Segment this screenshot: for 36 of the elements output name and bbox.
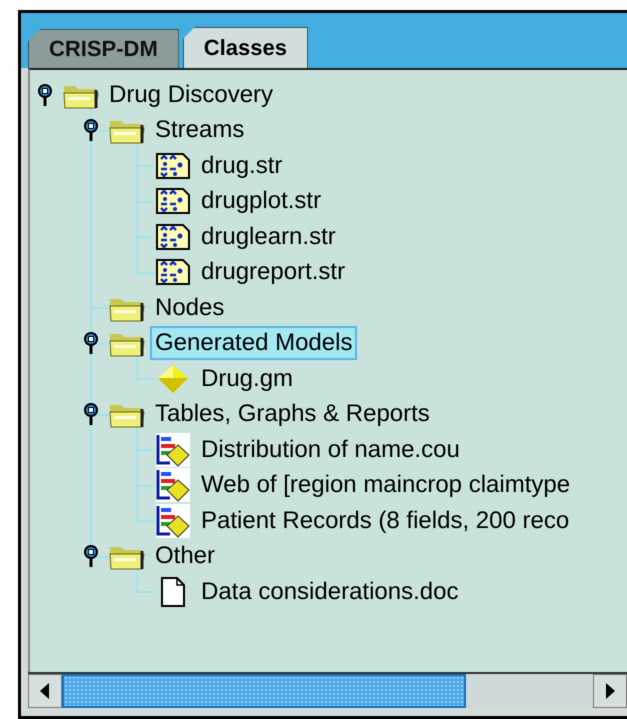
tree-item[interactable]: druglearn.str [196, 220, 341, 254]
expand-toggle-icon[interactable] [83, 118, 99, 142]
expand-toggle-icon[interactable] [37, 82, 53, 107]
tree-item[interactable]: Generated Models [150, 326, 358, 360]
stream-file-icon [156, 152, 190, 179]
diamond-icon [157, 364, 189, 394]
tree-item[interactable]: Tables, Graphs & Reports [150, 397, 435, 432]
expand-toggle-icon[interactable] [83, 331, 99, 356]
tree-item[interactable]: Drug.gm [196, 362, 298, 396]
tree-item[interactable]: drugplot.str [196, 184, 326, 218]
tree-item[interactable]: drug.str [196, 148, 288, 183]
tree-item[interactable]: Streams [150, 113, 250, 148]
stream-file-icon [156, 259, 190, 286]
chart-output-icon [156, 468, 190, 502]
expand-toggle-icon[interactable] [83, 544, 99, 568]
tree-item[interactable]: Nodes [150, 290, 230, 325]
tab[interactable]: Classes [182, 27, 308, 68]
chart-output-icon [156, 432, 190, 467]
chart-output-icon [156, 504, 190, 538]
right-arrow-icon [605, 683, 615, 699]
stream-file-icon [156, 188, 190, 214]
tree-item[interactable]: Other [150, 539, 220, 574]
tab[interactable]: CRISP-DM [28, 29, 179, 68]
scroll-right-button[interactable] [593, 674, 627, 708]
tree-item[interactable]: Web of [region maincrop claimtype [196, 468, 576, 502]
scrollbar-thumb[interactable] [62, 674, 466, 708]
stream-file-icon [156, 224, 190, 250]
scroll-left-button[interactable] [28, 674, 62, 708]
tree-item[interactable]: drugreport.str [196, 255, 350, 290]
tree-item[interactable]: Drug Discovery [104, 78, 278, 112]
tree-item[interactable]: Patient Records (8 fields, 200 reco [196, 504, 574, 538]
left-arrow-icon [40, 683, 50, 699]
tree-item[interactable]: Data considerations.doc [196, 574, 464, 609]
tree-item[interactable]: Distribution of name.cou [196, 432, 465, 467]
expand-toggle-icon[interactable] [83, 402, 99, 426]
document-icon [160, 576, 186, 608]
